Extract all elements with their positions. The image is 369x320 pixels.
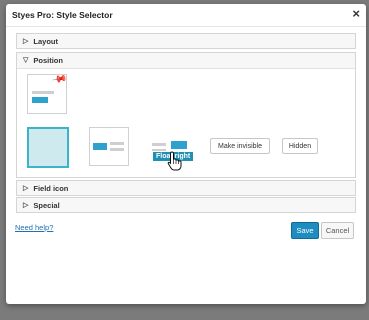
panel-field-icon-header[interactable]: ▷ Field icon	[17, 181, 355, 195]
make-invisible-button[interactable]: Make invisible	[210, 138, 270, 154]
text-line	[32, 91, 54, 94]
field-block	[32, 97, 48, 103]
position-option-block[interactable]	[27, 127, 69, 168]
save-button[interactable]: Save	[291, 222, 319, 239]
dialog-titlebar: Styes Pro: Style Selector ×	[6, 4, 366, 27]
hand-pointer-icon	[167, 151, 182, 171]
panel-layout-header[interactable]: ▷ Layout	[17, 34, 355, 48]
dialog-title: Styes Pro: Style Selector	[12, 10, 113, 20]
panel-position-header[interactable]: ▽ Position	[17, 53, 355, 67]
pin-icon: 📌	[50, 71, 68, 88]
field-block	[171, 141, 187, 149]
triangle-right-icon: ▷	[23, 202, 29, 209]
position-options: 📌 Float right Make invisible Hidden	[17, 68, 355, 177]
panel-position: ▽ Position 📌 Float right Make invisible …	[16, 52, 356, 178]
panel-special[interactable]: ▷ Special	[16, 197, 356, 213]
panel-layout[interactable]: ▷ Layout	[16, 33, 356, 49]
triangle-right-icon: ▷	[23, 38, 29, 45]
field-block	[93, 143, 107, 150]
cancel-button[interactable]: Cancel	[321, 222, 354, 239]
text-line	[110, 148, 124, 151]
position-option-float-left[interactable]	[89, 127, 129, 166]
position-option-default[interactable]: 📌	[27, 71, 68, 114]
panel-position-label: Position	[33, 55, 63, 65]
triangle-down-icon: ▽	[23, 57, 29, 64]
panel-special-label: Special	[33, 200, 60, 210]
need-help-link[interactable]: Need help?	[15, 223, 53, 232]
panel-layout-label: Layout	[33, 36, 58, 46]
text-line	[110, 142, 124, 145]
panel-field-icon-label: Field icon	[33, 183, 69, 193]
panel-special-header[interactable]: ▷ Special	[17, 198, 355, 212]
hidden-button[interactable]: Hidden	[282, 138, 318, 154]
close-icon[interactable]: ×	[352, 7, 360, 21]
triangle-right-icon: ▷	[23, 185, 29, 192]
text-line	[152, 143, 166, 146]
style-selector-dialog: Styes Pro: Style Selector × ▷ Layout ▽ P…	[6, 4, 366, 304]
panel-field-icon[interactable]: ▷ Field icon	[16, 180, 356, 196]
